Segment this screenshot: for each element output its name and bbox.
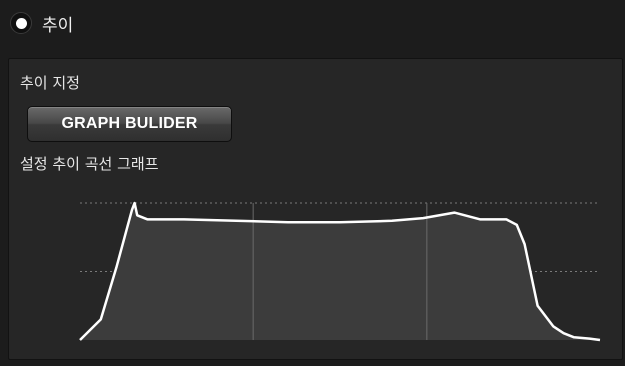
graph-label: 설정 추이 곡선 그래프 bbox=[20, 155, 159, 173]
graph-builder-button[interactable]: GRAPH BULIDER bbox=[27, 106, 232, 142]
mode-radio-button[interactable] bbox=[10, 12, 32, 34]
mode-radio-label: 추이 bbox=[42, 15, 74, 36]
designation-label: 추이 지정 bbox=[20, 74, 80, 92]
mode-radio-row[interactable]: 추이 bbox=[10, 8, 73, 38]
trend-area-fill bbox=[80, 203, 600, 340]
trend-curve-chart bbox=[79, 201, 601, 342]
radio-selected-dot-icon bbox=[15, 17, 27, 29]
